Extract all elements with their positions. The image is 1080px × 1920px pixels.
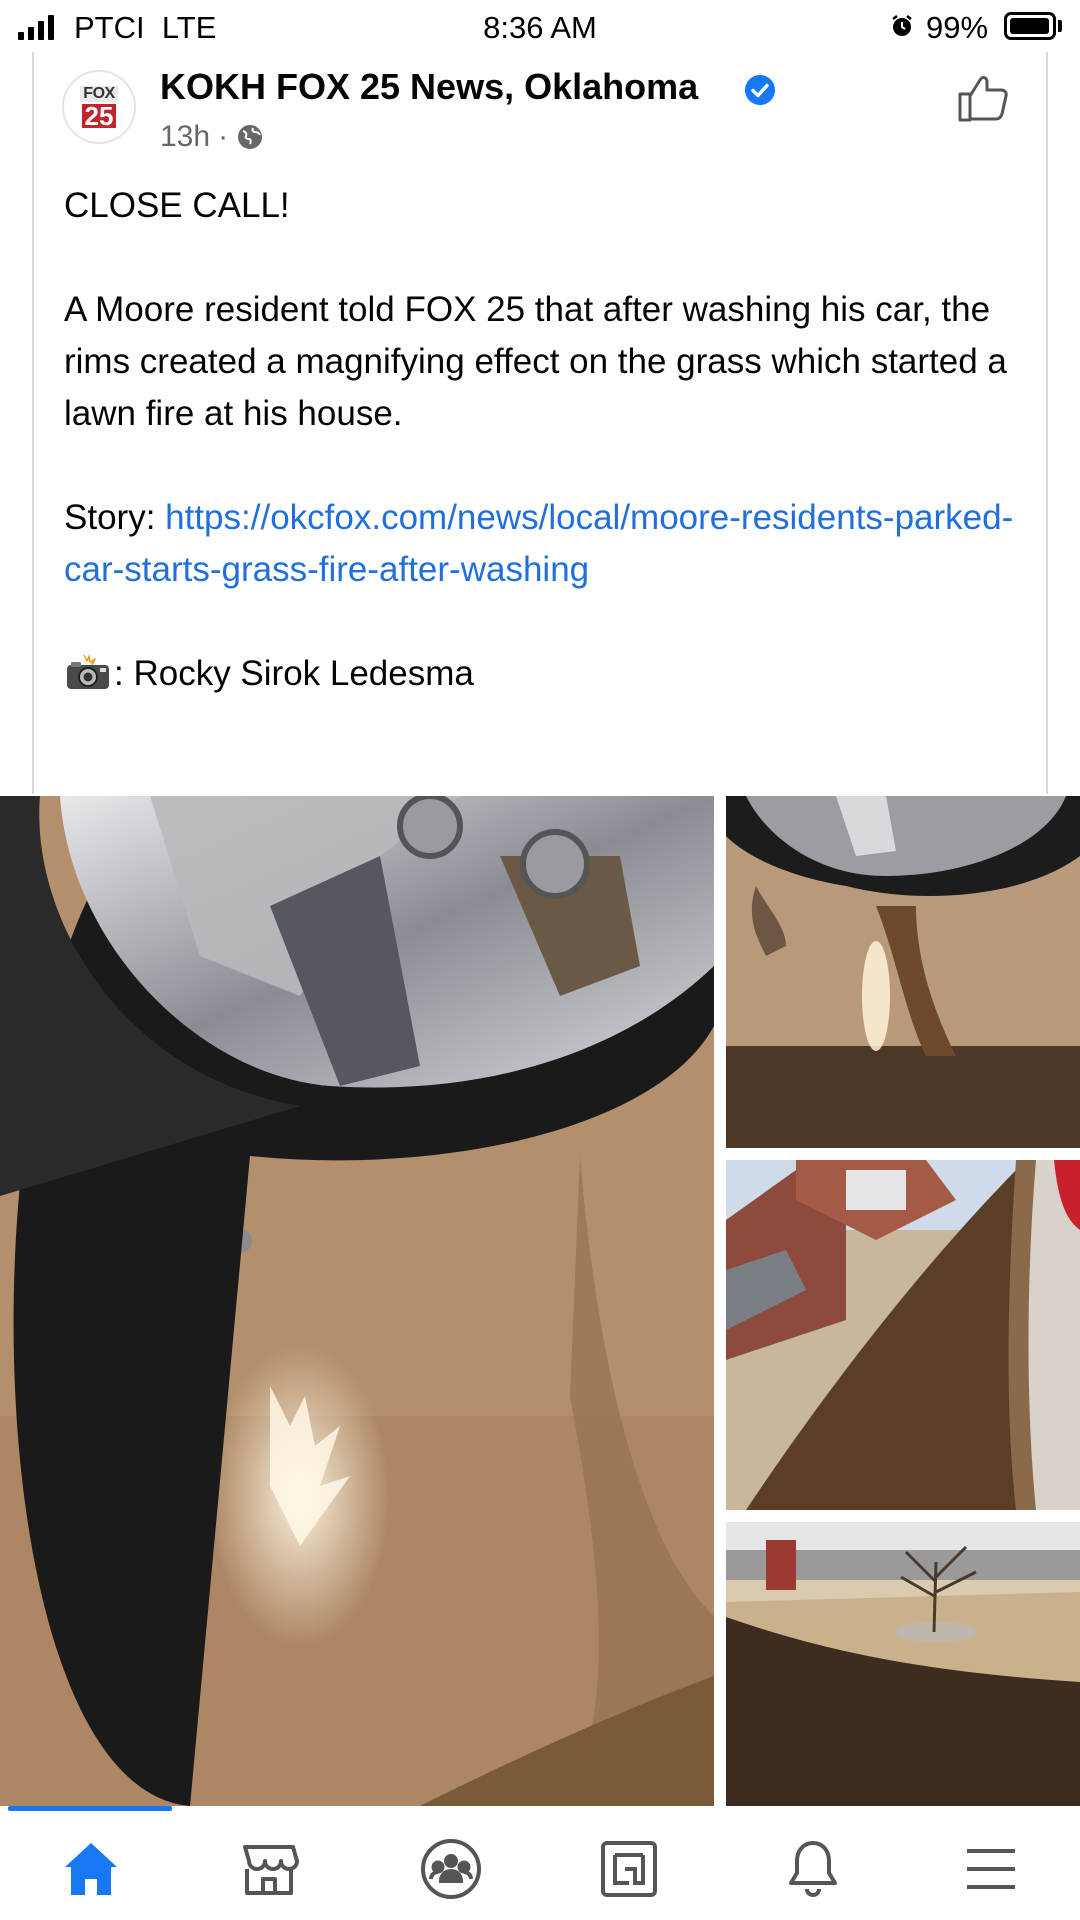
- photo-credit-text: : Rocky Sirok Ledesma: [114, 654, 474, 693]
- wheel-burned-grass-photo[interactable]: [726, 796, 1080, 1148]
- globe-icon: [238, 125, 263, 149]
- wheel-light-reflection-photo[interactable]: [0, 796, 714, 1806]
- status-time: 8:36 AM: [483, 10, 597, 45]
- avatar-number-text: 25: [81, 103, 117, 129]
- post-meta: 13h ·: [160, 120, 264, 154]
- meta-separator: ·: [218, 120, 229, 153]
- burned-yard-tree-photo[interactable]: [726, 1522, 1080, 1806]
- home-icon[interactable]: [56, 1834, 126, 1904]
- post-text: CLOSE CALL! A Moore resident told FOX 25…: [64, 180, 1034, 700]
- notifications-icon[interactable]: [778, 1834, 848, 1904]
- camera-flash-icon: [67, 654, 109, 689]
- like-icon[interactable]: [954, 68, 1012, 126]
- page-name-link[interactable]: KOKH FOX 25 News, Oklahoma: [160, 66, 698, 108]
- story-line: Story: https://okcfox.com/news/local/moo…: [64, 492, 1034, 596]
- menu-icon[interactable]: [956, 1834, 1026, 1904]
- burned-lawn-house-photo[interactable]: [726, 1160, 1080, 1510]
- photo-credit-line: : Rocky Sirok Ledesma: [64, 648, 1034, 700]
- post-body: A Moore resident told FOX 25 that after …: [64, 290, 1007, 433]
- status-bar: PTCI LTE 8:36 AM 99%: [0, 0, 1080, 52]
- battery-percent: 99%: [926, 10, 989, 45]
- groups-icon[interactable]: [416, 1834, 486, 1904]
- battery-icon: [1004, 12, 1056, 40]
- marketplace-icon[interactable]: [234, 1834, 304, 1904]
- gaming-icon[interactable]: [594, 1834, 664, 1904]
- story-label: Story:: [64, 498, 166, 537]
- avatar-fox-text: FOX: [80, 86, 118, 102]
- post-timestamp[interactable]: 13h: [160, 120, 210, 154]
- post-headline: CLOSE CALL!: [64, 186, 290, 225]
- page-avatar[interactable]: FOX 25: [62, 70, 136, 144]
- active-tab-indicator: [8, 1806, 172, 1811]
- verified-badge-icon: [745, 75, 775, 105]
- post-card: FOX 25 KOKH FOX 25 News, Oklahoma 13h · …: [32, 52, 1048, 794]
- alarm-icon: [892, 15, 912, 36]
- story-link[interactable]: https://okcfox.com/news/local/moore-resi…: [64, 498, 1013, 589]
- bottom-navigation: [0, 1806, 1080, 1920]
